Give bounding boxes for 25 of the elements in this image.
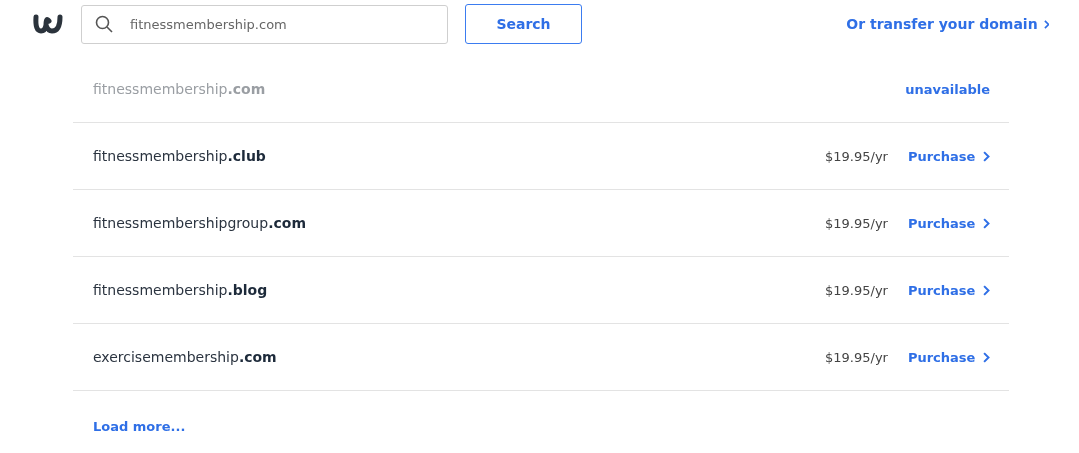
search-field[interactable]: fitnessmembership.com (81, 4, 448, 44)
search-button[interactable]: Search (465, 4, 582, 44)
logo-icon[interactable] (32, 12, 64, 36)
domain-price: $19.95/yr (825, 349, 888, 365)
domain-price: $19.95/yr (825, 148, 888, 164)
unavailable-status: unavailable (905, 81, 990, 97)
domain-name: exercisemembership.com (93, 349, 277, 365)
domain-name: fitnessmembership.blog (93, 282, 268, 298)
search-icon (95, 14, 113, 33)
domain-name: fitnessmembership.com (93, 81, 266, 97)
purchase-link[interactable]: Purchase (907, 148, 990, 164)
purchase-link[interactable]: Purchase (907, 215, 990, 231)
transfer-domain-link[interactable]: Or transfer your domain (846, 16, 1049, 32)
purchase-link[interactable]: Purchase (907, 349, 990, 365)
chevron-right-icon (983, 351, 990, 363)
domain-price: $19.95/yr (825, 215, 888, 231)
domain-name: fitnessmembership.club (93, 148, 266, 164)
purchase-link[interactable]: Purchase (907, 282, 990, 298)
chevron-right-icon (983, 217, 990, 229)
domain-price: $19.95/yr (825, 282, 888, 298)
domain-name: fitnessmembershipgroup.com (93, 215, 306, 231)
chevron-right-icon (983, 150, 990, 162)
chevron-right-icon (1043, 19, 1049, 29)
load-more-link[interactable]: Load more... (93, 419, 186, 434)
chevron-right-icon (983, 284, 990, 296)
